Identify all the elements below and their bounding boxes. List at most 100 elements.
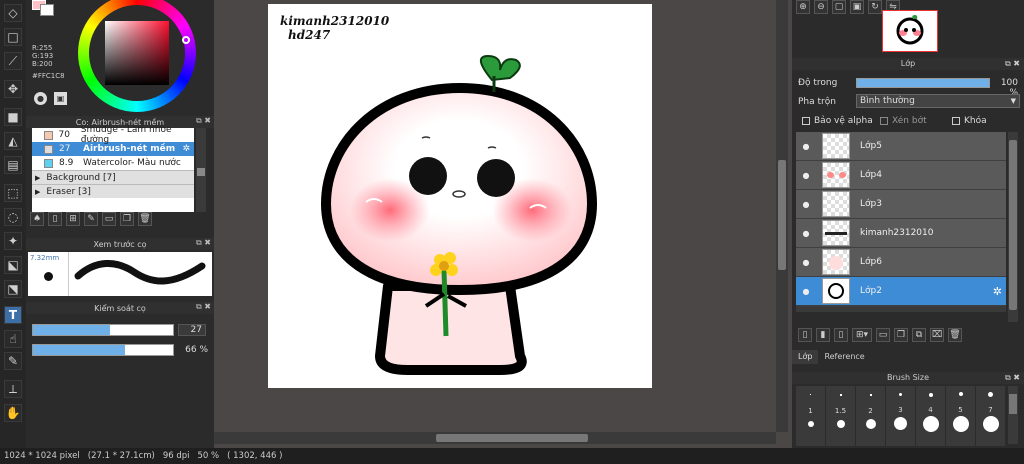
navigator-thumbnail[interactable] [882,10,938,52]
select-eraser-tool-icon[interactable]: ⬔ [4,280,22,298]
brush-size-cell[interactable]: 4 [916,386,945,446]
brush-item-smudge[interactable]: 70 Smudge - Làm nhòe đường [32,125,194,145]
duplicate-layer-icon[interactable]: ❐ [894,328,908,342]
color-mode-icon[interactable]: ● [34,92,47,105]
drawing-canvas[interactable]: kimanh2312010 hd247 [268,4,652,388]
hue-marker[interactable] [182,36,190,44]
lock-checkbox[interactable]: Khóa [952,116,987,126]
zoom-out-icon[interactable]: ⊖ [814,0,828,14]
visibility-icon[interactable]: ● [796,258,816,267]
size-value[interactable]: 27 [178,324,206,336]
color-palette-icon[interactable]: ▣ [54,92,67,105]
text-tool-icon[interactable]: T [4,306,22,324]
opacity-slider-fill [33,345,126,355]
line-tool-icon[interactable]: ⟋ [4,52,22,70]
brush-size-cell[interactable]: 7 [976,386,1005,446]
visibility-icon[interactable]: ● [796,287,816,296]
new-layer-8bit-icon[interactable]: ▮ [816,328,830,342]
layer-settings-icon[interactable]: ✲ [993,285,1002,298]
folder-icon[interactable]: ▭ [102,212,116,226]
preview-panel-title: Xem trước cọ ⧉ ✖ [26,238,214,250]
opacity-slider[interactable] [32,344,174,356]
layer-list-scrollbar[interactable] [1008,132,1018,322]
tab-reference[interactable]: Reference [818,350,870,364]
visibility-icon[interactable]: ● [796,229,816,238]
brush-size-cell[interactable]: 3 [886,386,915,446]
clear-layer-icon[interactable]: ⌧ [930,328,944,342]
visibility-icon[interactable]: ● [796,200,816,209]
delete-layer-icon[interactable]: 🗑 [948,328,962,342]
layer-item[interactable]: ● Lớp6 [796,248,1006,277]
fill-rect-tool-icon[interactable]: ■ [4,108,22,126]
select-rect-tool-icon[interactable]: ⬚ [4,184,22,202]
size-slider[interactable] [32,324,174,336]
fit-icon[interactable]: ▢ [832,0,846,14]
hex-value: #FFC1C8 [32,72,65,80]
visibility-icon[interactable]: ● [796,171,816,180]
eyedropper-tool-icon[interactable]: ⟂ [4,380,22,398]
saturation-square[interactable] [105,21,169,85]
secondary-color-swatch[interactable] [40,4,54,16]
character-illustration [320,54,598,375]
layer-item[interactable]: ● kimanh2312010 [796,219,1006,248]
brush-control-panel: Kiểm soát cọ ⧉ ✖ 27 66 % [26,302,214,362]
tab-layer[interactable]: Lớp [792,350,819,364]
pen-tool-icon[interactable]: ✎ [4,352,22,370]
layer-folder-icon[interactable]: ▭ [876,328,890,342]
add-brush-icon[interactable]: ⊞ [66,212,80,226]
canvas-horizontal-scrollbar[interactable] [214,432,776,444]
add-layer-menu-icon[interactable]: ⊞▾ [852,328,872,342]
layer-item[interactable]: ● Lớp4 [796,161,1006,190]
merge-layer-icon[interactable]: ⧉ [912,328,926,342]
protect-alpha-checkbox[interactable]: Bảo vệ alpha [802,116,873,126]
layer-item[interactable]: ● Lớp5 [796,132,1006,161]
new-brush-icon[interactable]: ▯ [48,212,62,226]
actual-size-icon[interactable]: ▣ [850,0,864,14]
brush-group-eraser[interactable]: ▶ Eraser [3] [32,184,194,198]
bucket-tool-icon[interactable]: ◭ [4,132,22,150]
layer-toolbar: ▯ ▮ ▯ ⊞▾ ▭ ❐ ⧉ ⌧ 🗑 [798,328,962,342]
hand-select-tool-icon[interactable]: ☝ [4,330,22,348]
visibility-icon[interactable]: ● [796,142,816,151]
brush-item-airbrush[interactable]: 27 Airbrush-nét mềm ✲ [32,142,194,156]
layer-thumbnail [822,249,850,275]
rotate-icon[interactable]: ↻ [868,0,882,14]
brushsize-scrollbar[interactable] [1008,386,1018,444]
color-wheel[interactable] [78,0,196,112]
lasso-tool-icon[interactable]: ◌ [4,208,22,226]
clip-checkbox[interactable]: Xén bớt [880,116,927,126]
hand-tool-icon[interactable]: ✋ [4,404,22,422]
brushsize-panel-title: Brush Size ⧉ ✖ [792,372,1024,384]
rect-tool-icon[interactable]: □ [4,28,22,46]
select-pen-tool-icon[interactable]: ⬕ [4,256,22,274]
brush-size-cell[interactable]: 1 [796,386,825,446]
brush-size-cell[interactable]: 1.5 [826,386,855,446]
edit-brush-icon[interactable]: ✎ [84,212,98,226]
canvas-vertical-scrollbar[interactable] [776,0,788,432]
delete-brush-icon[interactable]: 🗑 [138,212,152,226]
gradient-tool-icon[interactable]: ▤ [4,156,22,174]
brush-settings-icon[interactable]: ✲ [182,144,190,154]
zoom-in-icon[interactable]: ⊕ [796,0,810,14]
eraser-tool-icon[interactable]: ◇ [4,4,22,22]
layer-thumbnail [822,162,850,188]
brush-panel: Cọ: Airbrush-nét mềm ⧉ ✖ 70 Smudge - Làm … [26,116,214,232]
status-coords: ( 1302, 446 ) [227,451,283,461]
brush-icon[interactable]: ♠ [30,212,44,226]
magic-wand-tool-icon[interactable]: ✦ [4,232,22,250]
brush-list-scrollbar[interactable] [196,128,206,212]
brush-size-cell[interactable]: 2 [856,386,885,446]
new-layer-1bit-icon[interactable]: ▯ [834,328,848,342]
opacity-value: 66 % [185,345,208,355]
layer-opacity-slider[interactable] [856,78,990,88]
move-tool-icon[interactable]: ✥ [4,80,22,98]
layer-item-selected[interactable]: ● Lớp2 ✲ [796,277,1006,306]
brush-size-cell[interactable]: 5 [946,386,975,446]
brush-group-background[interactable]: ▶ Background [7] [32,170,194,184]
layer-item[interactable]: ● Lớp3 [796,190,1006,219]
new-layer-icon[interactable]: ▯ [798,328,812,342]
brush-preview: 7.32mm [28,252,212,296]
copy-brush-icon[interactable]: ❐ [120,212,134,226]
brush-item-watercolor[interactable]: 8.9 Watercolor- Màu nước [32,156,194,170]
blend-mode-select[interactable]: Bình thường ▼ [856,94,1020,108]
